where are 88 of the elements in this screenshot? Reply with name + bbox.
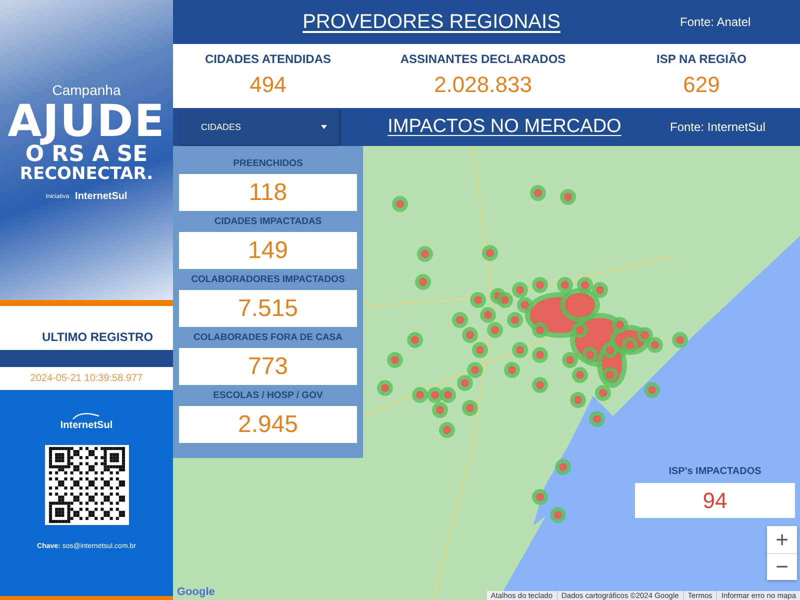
heat-spot <box>432 402 448 418</box>
stat-label: ISP NA REGIÃO <box>656 52 747 66</box>
heat-spot <box>417 246 433 262</box>
heat-spot <box>557 277 573 293</box>
heat-spot <box>602 367 618 383</box>
heat-spot <box>532 277 548 293</box>
heat-spot <box>415 274 431 290</box>
swoosh-icon <box>71 412 102 420</box>
brand-logo: InternetSul <box>60 420 113 431</box>
heat-spot <box>602 342 618 358</box>
metric-label: ISP's IMPACTADOS <box>668 466 762 477</box>
heat-spot <box>560 189 576 205</box>
heat-spot <box>582 347 598 363</box>
brand-logo: InternetSul <box>75 191 128 202</box>
heat-spot <box>595 385 611 401</box>
heat-spot <box>517 297 533 313</box>
heat-spot <box>440 387 456 403</box>
metric-value: 2.945 <box>179 406 357 443</box>
heat-spot <box>570 392 586 408</box>
source-label: Fonte: InternetSul <box>670 120 766 134</box>
heat-spot <box>589 411 605 427</box>
metric-value: 118 <box>179 174 357 211</box>
heat-spot <box>532 489 548 505</box>
heat-spot <box>470 292 486 308</box>
heat-spot <box>530 185 546 201</box>
stat-value: 629 <box>683 72 720 98</box>
heat-spot <box>462 400 478 416</box>
campaign-headline: RECONECTAR. <box>20 166 154 183</box>
heat-spot <box>507 312 523 328</box>
heat-spot <box>462 327 478 343</box>
heat-spot <box>577 277 593 293</box>
heat-spot <box>457 375 473 391</box>
last-record-timestamp: 2024-05-21 10:39:58.977 <box>29 372 144 386</box>
map-logo: Google <box>177 586 215 598</box>
metric-value: 94 <box>635 483 795 518</box>
heat-spot <box>550 507 566 523</box>
metric-label: CIDADES IMPACTADAS <box>214 216 322 229</box>
heat-spot <box>482 245 498 261</box>
last-record-title: ULTIMO REGISTRO <box>40 330 154 346</box>
metric-label: ESCOLAS / HOSP / GOV <box>213 390 323 403</box>
source-label: Fonte: Anatel <box>680 15 752 29</box>
heat-spot <box>480 307 496 323</box>
stat-value: 2.028.833 <box>434 72 532 98</box>
metric-label: PREENCHIDOS <box>233 158 303 171</box>
heat-spot <box>392 196 408 212</box>
campaign-eyebrow: Campanha <box>52 82 121 98</box>
heat-spot <box>472 342 488 358</box>
heat-spot <box>377 380 393 396</box>
metric-value: 149 <box>179 232 357 269</box>
metric-value: 773 <box>179 348 357 385</box>
section-title: IMPACTOS NO MERCADO <box>386 116 622 138</box>
cities-dropdown[interactable]: CIDADES <box>179 109 339 145</box>
metric-label: COLABORADORES IMPACTADOS <box>191 274 345 287</box>
heat-spot <box>439 422 455 438</box>
heat-spot <box>512 282 528 298</box>
heat-spot <box>532 322 548 338</box>
campaign-headline: O RS A SE <box>25 144 148 166</box>
heat-spot <box>572 322 588 338</box>
heat-spot <box>487 322 503 338</box>
heat-spot <box>467 362 483 378</box>
heat-spot <box>412 387 428 403</box>
heat-spot <box>532 347 548 363</box>
stat-label: CIDADES ATENDIDAS <box>204 52 331 66</box>
heat-spot <box>504 362 520 378</box>
heat-spot <box>672 332 688 348</box>
heat-spot <box>497 292 513 308</box>
section-title: PROVEDORES REGIONAIS <box>302 10 562 34</box>
heat-spot <box>562 352 578 368</box>
heat-spot <box>612 317 628 333</box>
heat-spot <box>407 332 423 348</box>
heat-spot <box>647 337 663 353</box>
heat-spot <box>644 382 660 398</box>
heat-spot <box>452 312 468 328</box>
heat-spot <box>572 367 588 383</box>
zoom-out-button[interactable]: − <box>767 553 797 580</box>
heat-spot <box>387 352 403 368</box>
stat-label: ASSINANTES DECLARADOS <box>400 52 566 66</box>
heat-spot <box>512 342 528 358</box>
metric-label: COLABORADES FORA DE CASA <box>193 332 342 345</box>
heat-spot <box>622 337 638 353</box>
heat-spot <box>555 459 571 475</box>
campaign-headline: AJUDE <box>8 100 166 144</box>
heat-spot <box>532 377 548 393</box>
heat-spot <box>592 282 608 298</box>
caret-icon <box>321 125 327 129</box>
zoom-in-button[interactable]: + <box>767 526 797 553</box>
metric-value: 7.515 <box>179 290 357 327</box>
stat-value: 494 <box>250 72 286 98</box>
